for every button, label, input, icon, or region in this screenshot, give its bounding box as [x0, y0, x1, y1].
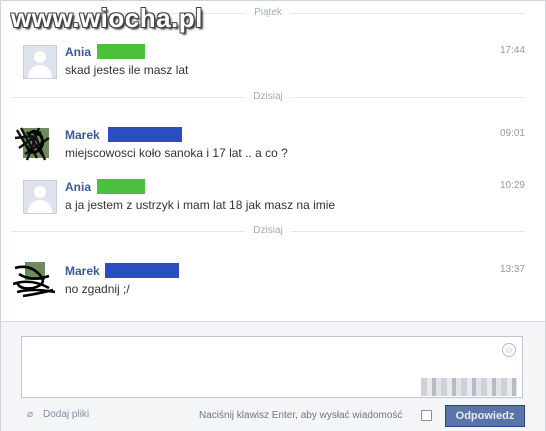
chat-window: www.wiocha.pl Piątek Ania 17:44 skad jes… — [0, 0, 546, 431]
reply-button-label: Odpowiedz — [455, 410, 515, 422]
message-text: skad jestes ile masz lat — [65, 63, 189, 77]
redaction-block — [105, 263, 179, 278]
enter-to-send-hint: Naciśnij klawisz Enter, aby wysłać wiado… — [199, 410, 403, 421]
message-text: miejscowosci koło sanoka i 17 lat .. a c… — [65, 146, 288, 160]
message-item: Marek 09:01 miejscowosci koło sanoka i 1… — [14, 127, 525, 164]
date-divider-label: Dzisiaj — [245, 91, 291, 102]
message-time: 10:29 — [499, 180, 525, 191]
author-name[interactable]: Ania — [65, 180, 91, 194]
reply-button[interactable]: Odpowiedz — [445, 405, 525, 427]
add-files-label: Dodaj pliki — [43, 409, 90, 420]
scribbled-avatar-icon[interactable] — [13, 260, 57, 300]
redaction-block — [97, 44, 145, 59]
message-time: 17:44 — [499, 45, 525, 56]
date-divider: Dzisiaj — [11, 91, 525, 102]
message-time: 09:01 — [499, 128, 525, 139]
message-time: 13:37 — [499, 264, 525, 275]
redaction-block — [108, 127, 182, 142]
date-divider: Dzisiaj — [11, 225, 525, 236]
scribbled-avatar-icon[interactable] — [13, 124, 57, 164]
smiley-icon[interactable]: ☺ — [502, 343, 516, 357]
paperclip-icon: ⌀ — [27, 409, 34, 420]
author-name[interactable]: Marek — [65, 128, 100, 142]
watermark: www.wiocha.pl — [11, 3, 203, 33]
blurred-area — [421, 378, 517, 396]
message-item: Ania 17:44 skad jestes ile masz lat — [21, 44, 525, 81]
date-divider-label: Dzisiaj — [245, 225, 291, 236]
default-avatar-icon[interactable] — [23, 180, 57, 214]
message-text: a ja jestem z ustrzyk i mam lat 18 jak m… — [65, 198, 336, 212]
message-text: no zgadnij ;/ — [65, 282, 130, 296]
default-avatar-icon[interactable] — [23, 45, 57, 79]
add-files-link[interactable]: ⌀ Dodaj pliki — [27, 409, 89, 420]
message-item: Ania 10:29 a ja jestem z ustrzyk i mam l… — [21, 179, 525, 216]
redaction-block — [97, 179, 145, 194]
author-name[interactable]: Ania — [65, 45, 91, 59]
date-divider-label: Piątek — [246, 7, 290, 18]
author-name[interactable]: Marek — [65, 264, 100, 278]
enter-to-send-checkbox[interactable] — [421, 410, 432, 421]
message-item: Marek 13:37 no zgadnij ;/ — [13, 262, 525, 300]
reply-composer: ☺ ⌀ Dodaj pliki Naciśnij klawisz Enter, a… — [1, 321, 545, 431]
